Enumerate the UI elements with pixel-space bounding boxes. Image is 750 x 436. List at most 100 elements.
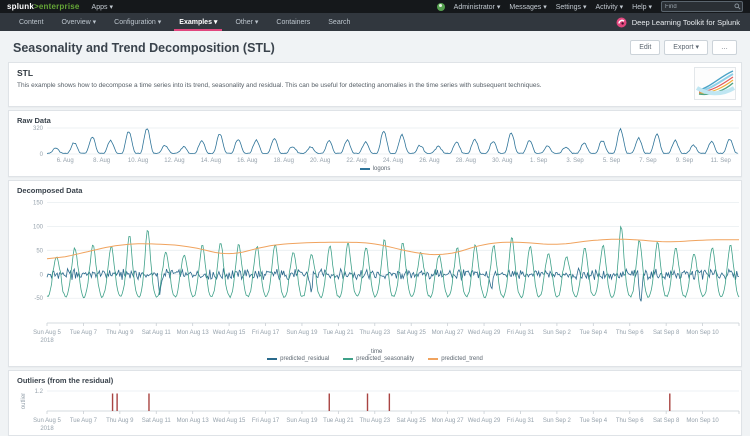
activity-menu[interactable]: Activity ▾ <box>596 3 624 11</box>
outliers-panel: Outliers (from the residual) 1.2 Sun Aug … <box>8 370 742 436</box>
svg-text:Sat Aug 11: Sat Aug 11 <box>142 418 172 424</box>
app-title: Deep Learning Toolkit for Splunk <box>631 17 740 27</box>
user-avatar-icon[interactable] <box>436 2 445 11</box>
svg-text:Tue Sep 4: Tue Sep 4 <box>580 330 608 336</box>
svg-text:14. Aug: 14. Aug <box>201 158 221 164</box>
svg-text:Tue Aug 7: Tue Aug 7 <box>70 330 98 336</box>
outliers-chart-svg[interactable]: 1.2 Sun Aug 5 2018 Tue Aug 7 Thu Aug 9 Sat Au… <box>17 385 745 432</box>
svg-text:2018: 2018 <box>40 338 54 344</box>
splunk-logo-main: splunk <box>7 2 34 11</box>
nav-item-examples[interactable]: Examples ▾ <box>170 13 226 31</box>
svg-text:18. Aug: 18. Aug <box>274 158 294 164</box>
splunk-logo[interactable]: splunk>enterprise <box>7 2 80 11</box>
svg-text:2018: 2018 <box>40 426 54 432</box>
dltk-app-logo-icon <box>616 17 627 27</box>
nav-item-configuration[interactable]: Configuration ▾ <box>105 13 170 31</box>
nav-item-search[interactable]: Search <box>319 13 359 31</box>
svg-text:Sat Sep 8: Sat Sep 8 <box>653 330 680 336</box>
find-input[interactable] <box>661 1 743 12</box>
svg-text:12. Aug: 12. Aug <box>164 158 184 164</box>
svg-text:-50: -50 <box>34 296 43 302</box>
legend-item-predicted-trend[interactable]: predicted_trend <box>428 356 483 362</box>
legend-label-predicted-trend: predicted_trend <box>441 356 483 362</box>
svg-text:Wed Aug 15: Wed Aug 15 <box>213 330 246 336</box>
messages-menu[interactable]: Messages ▾ <box>509 3 546 11</box>
settings-menu[interactable]: Settings ▾ <box>556 3 587 11</box>
dashboard-header: Seasonality and Trend Decomposition (STL… <box>0 31 750 62</box>
svg-text:Sun Aug 19: Sun Aug 19 <box>286 418 318 424</box>
svg-text:Thu Aug 9: Thu Aug 9 <box>106 418 134 424</box>
svg-text:Sat Sep 8: Sat Sep 8 <box>653 418 680 424</box>
svg-text:8. Aug: 8. Aug <box>93 158 110 164</box>
svg-text:5. Sep: 5. Sep <box>603 158 621 164</box>
raw-legend-item-logons[interactable]: logons <box>359 166 390 172</box>
svg-text:30. Aug: 30. Aug <box>492 158 512 164</box>
svg-text:50: 50 <box>36 248 43 254</box>
svg-text:20. Aug: 20. Aug <box>310 158 330 164</box>
outliers-ylabel: outlier <box>21 393 27 409</box>
svg-text:Wed Aug 15: Wed Aug 15 <box>213 418 246 424</box>
svg-text:Thu Aug 23: Thu Aug 23 <box>359 418 390 424</box>
svg-text:0: 0 <box>40 272 44 278</box>
svg-text:Tue Sep 4: Tue Sep 4 <box>580 418 608 424</box>
svg-text:28. Aug: 28. Aug <box>456 158 476 164</box>
nav-item-content[interactable]: Content <box>10 13 53 31</box>
svg-text:Sun Aug 5: Sun Aug 5 <box>33 330 61 336</box>
svg-text:22. Aug: 22. Aug <box>346 158 366 164</box>
nav-item-overview[interactable]: Overview ▾ <box>53 13 106 31</box>
decomposed-chart-svg[interactable]: 150 100 50 0 -50 Sun Aug 5 2018 Tue Aug 7 Thu Au… <box>17 195 745 347</box>
apps-menu[interactable]: Apps ▾ <box>92 3 113 11</box>
more-actions-button[interactable]: … <box>712 40 737 55</box>
svg-text:Sun Aug 5: Sun Aug 5 <box>33 418 61 424</box>
search-icon <box>734 3 741 10</box>
legend-item-predicted-seasonality[interactable]: predicted_seasonality <box>343 356 414 362</box>
dec-legend-dash-2 <box>428 358 439 360</box>
svg-text:Mon Sep 10: Mon Sep 10 <box>686 330 719 336</box>
svg-text:7. Sep: 7. Sep <box>639 158 657 164</box>
help-menu[interactable]: Help ▾ <box>632 3 652 11</box>
nav-item-other[interactable]: Other ▾ <box>226 13 267 31</box>
edit-button[interactable]: Edit <box>630 40 661 55</box>
app-nav-bar: Content Overview ▾ Configuration ▾ Examp… <box>0 13 750 31</box>
svg-text:Mon Aug 27: Mon Aug 27 <box>432 330 465 336</box>
svg-text:320: 320 <box>33 126 44 132</box>
svg-text:Mon Aug 13: Mon Aug 13 <box>177 418 210 424</box>
export-button[interactable]: Export ▾ <box>664 40 708 55</box>
splunk-logo-suffix: >enterprise <box>33 2 80 11</box>
svg-text:Sat Aug 11: Sat Aug 11 <box>142 330 172 336</box>
description-panel: STL This example shows how to decompose … <box>8 62 742 107</box>
svg-text:11. Sep: 11. Sep <box>711 158 732 164</box>
svg-text:Sun Sep 2: Sun Sep 2 <box>543 418 572 424</box>
svg-text:Fri Aug 31: Fri Aug 31 <box>507 418 535 424</box>
dec-legend-dash-0 <box>267 358 278 360</box>
svg-text:Mon Aug 27: Mon Aug 27 <box>432 418 465 424</box>
svg-text:9. Sep: 9. Sep <box>676 158 694 164</box>
svg-text:Mon Sep 10: Mon Sep 10 <box>686 418 719 424</box>
svg-text:3. Sep: 3. Sep <box>566 158 584 164</box>
svg-text:24. Aug: 24. Aug <box>383 158 403 164</box>
svg-text:Sat Aug 25: Sat Aug 25 <box>397 418 427 424</box>
svg-text:Sat Aug 25: Sat Aug 25 <box>397 330 427 336</box>
svg-text:Wed Aug 29: Wed Aug 29 <box>468 330 501 336</box>
svg-text:Wed Aug 29: Wed Aug 29 <box>468 418 501 424</box>
svg-text:0: 0 <box>40 152 44 158</box>
administrator-menu[interactable]: Administrator ▾ <box>454 3 501 11</box>
svg-text:Tue Aug 21: Tue Aug 21 <box>323 330 354 336</box>
svg-text:26. Aug: 26. Aug <box>419 158 439 164</box>
svg-text:1. Sep: 1. Sep <box>530 158 548 164</box>
decomposed-panel-title: Decomposed Data <box>17 186 83 195</box>
svg-text:Thu Sep 6: Thu Sep 6 <box>616 418 644 424</box>
dec-legend-dash-1 <box>343 358 354 360</box>
svg-text:1.2: 1.2 <box>35 389 44 395</box>
legend-item-predicted-residual[interactable]: predicted_residual <box>267 356 329 362</box>
svg-text:10. Aug: 10. Aug <box>128 158 148 164</box>
example-thumbnail-image <box>694 67 736 100</box>
page-title: Seasonality and Trend Decomposition (STL… <box>13 40 275 55</box>
svg-text:6. Aug: 6. Aug <box>57 158 74 164</box>
raw-chart-svg[interactable]: 320 0 6. Aug 8. Aug 10. Aug 12. Aug 14. Aug 16.… <box>17 125 745 165</box>
legend-label-predicted-seasonality: predicted_seasonality <box>356 356 415 362</box>
nav-item-containers[interactable]: Containers <box>267 13 319 31</box>
svg-text:Fri Aug 17: Fri Aug 17 <box>252 418 280 424</box>
svg-text:Tue Aug 7: Tue Aug 7 <box>70 418 98 424</box>
svg-text:16. Aug: 16. Aug <box>237 158 257 164</box>
